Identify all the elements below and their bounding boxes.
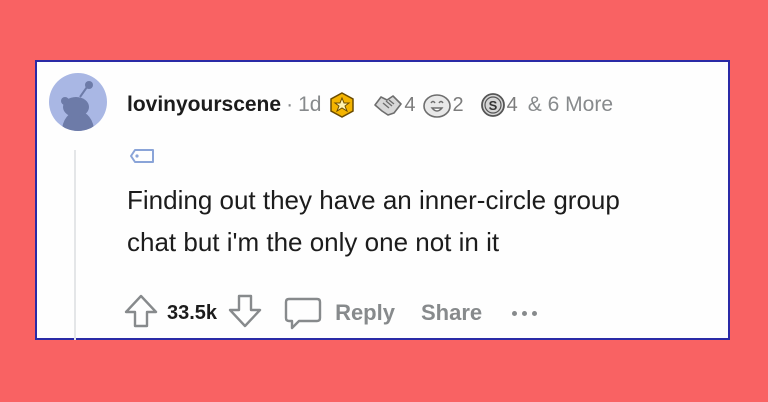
comment-line: Finding out they have an inner-circle gr… (127, 185, 620, 215)
downvote-button[interactable] (227, 293, 263, 334)
svg-text:S: S (488, 98, 497, 113)
snoo-avatar-icon (61, 81, 94, 131)
ellipsis-icon[interactable] (512, 310, 538, 316)
reply-label: Reply (335, 300, 395, 325)
silver-coin-award-icon: S (480, 93, 505, 117)
downvote-arrow-icon (228, 294, 262, 327)
tag-icon (130, 148, 156, 169)
reply-button[interactable]: Reply (283, 295, 395, 331)
award-count: 4 (506, 93, 518, 116)
share-button[interactable]: Share (421, 300, 482, 326)
comment-header: lovinyourscene · 1d 4 2 S 4 & 6 More (127, 90, 718, 120)
handshake-award-icon (374, 95, 403, 116)
award-handshake[interactable]: 4 (373, 91, 416, 119)
separator: · (286, 93, 294, 116)
comment-line: chat but i'm the only one not in it (127, 227, 500, 257)
upvote-button[interactable] (123, 293, 159, 334)
award-gold-star[interactable] (329, 92, 355, 118)
more-awards-link[interactable]: & 6 More (528, 93, 613, 117)
gold-star-award-icon (330, 92, 355, 118)
award-laughing[interactable]: 2 (422, 91, 464, 119)
comment-actions: 33.5k Reply Share (123, 293, 538, 334)
thread-line[interactable] (74, 150, 76, 340)
award-silver-coin[interactable]: S 4 (480, 92, 518, 118)
avatar[interactable] (49, 73, 107, 131)
comment-age[interactable]: 1d (298, 93, 321, 117)
username[interactable]: lovinyourscene (127, 93, 281, 117)
speech-bubble-icon (284, 297, 322, 330)
award-count: 4 (404, 93, 416, 116)
vote-score: 33.5k (167, 301, 218, 324)
comment-card: lovinyourscene · 1d 4 2 S 4 & 6 More Fin… (35, 60, 730, 340)
upvote-arrow-icon (124, 294, 158, 327)
laughing-face-award-icon (422, 94, 451, 118)
award-count: 2 (452, 93, 464, 116)
comment-body: Finding out they have an inner-circle gr… (127, 179, 727, 263)
